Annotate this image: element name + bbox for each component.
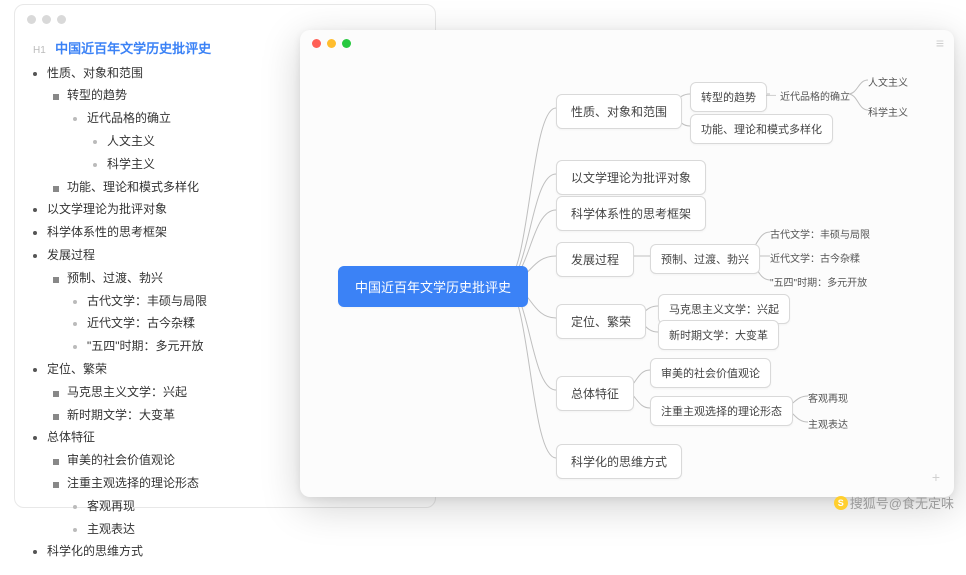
node-label: 近代品格的确立: [780, 88, 850, 103]
outline-item-label: 性质、对象和范围: [47, 66, 143, 80]
outline-item-label: 新时期文学：大变革: [67, 408, 175, 422]
outline-item-label: 近代品格的确立: [87, 111, 171, 125]
mindmap-window: ≡: [300, 30, 954, 497]
mindmap-node[interactable]: 审美的社会价值观论: [650, 358, 771, 388]
node-label: 审美的社会价值观论: [661, 368, 760, 380]
minimize-icon[interactable]: [327, 39, 336, 48]
outline-item-label: "五四"时期：多元开放: [87, 339, 204, 353]
outline-item-label: 科学体系性的思考框架: [47, 225, 167, 239]
mindmap-root[interactable]: 中国近百年文学历史批评史: [338, 266, 528, 307]
outline-item-label: 预制、过渡、勃兴: [67, 271, 163, 285]
node-label: 人文主义: [868, 78, 908, 89]
mindmap-node[interactable]: 发展过程: [556, 242, 634, 277]
outline-item-label: 科学主义: [107, 157, 155, 171]
node-label: 功能、理论和模式多样化: [701, 124, 822, 136]
zoom-icon[interactable]: [342, 39, 351, 48]
node-label: 注重主观选择的理论形态: [661, 406, 782, 418]
node-label: "五四"时期：多元开放: [770, 278, 867, 289]
mindmap-node[interactable]: 转型的趋势: [690, 82, 767, 112]
close-icon[interactable]: [27, 15, 36, 24]
outline-item-label: 人文主义: [107, 134, 155, 148]
node-label: 客观再现: [808, 394, 848, 405]
outline-item-label: 发展过程: [47, 248, 95, 262]
outline-item-label: 科学化的思维方式: [47, 544, 143, 558]
mindmap-node[interactable]: 功能、理论和模式多样化: [690, 114, 833, 144]
mindmap-leaf[interactable]: 科学主义: [868, 104, 908, 119]
mindmap-node[interactable]: 科学化的思维方式: [556, 444, 682, 479]
outline-item-label: 总体特征: [47, 430, 95, 444]
outline-title[interactable]: 中国近百年文学历史批评史: [55, 41, 211, 56]
node-label: 新时期文学：大变革: [669, 330, 768, 342]
outline-item[interactable]: 主观表达: [73, 518, 417, 541]
heading-level-label: H1: [33, 45, 46, 56]
node-label: 预制、过渡、勃兴: [661, 254, 749, 266]
mindmap-leaf[interactable]: 主观表达: [808, 416, 848, 431]
outline-item-label: 定位、繁荣: [47, 362, 107, 376]
node-label: 发展过程: [571, 253, 619, 267]
node-label: 马克思主义文学：兴起: [669, 304, 779, 316]
outline-item-label: 以文学理论为批评对象: [47, 202, 167, 216]
node-label: 科学主义: [868, 108, 908, 119]
close-icon[interactable]: [312, 39, 321, 48]
zoom-icon[interactable]: [57, 15, 66, 24]
node-label: 科学化的思维方式: [571, 455, 667, 469]
mindmap-leaf[interactable]: 古代文学：丰硕与局限: [770, 226, 870, 241]
node-label: 古代文学：丰硕与局限: [770, 230, 870, 241]
add-node-button[interactable]: +: [932, 469, 940, 485]
outline-item[interactable]: 客观再现: [73, 495, 417, 518]
mindmap-canvas[interactable]: 中国近百年文学历史批评史 性质、对象和范围 以文学理论为批评对象 科学体系性的思…: [300, 56, 954, 497]
minimize-icon[interactable]: [42, 15, 51, 24]
node-label: 定位、繁荣: [571, 315, 631, 329]
mindmap-titlebar: ≡: [300, 30, 954, 56]
watermark: S 搜狐号@食无定味: [834, 493, 954, 512]
mindmap-leaf[interactable]: 近代文学：古今杂糅: [770, 250, 860, 265]
mindmap-node[interactable]: 定位、繁荣: [556, 304, 646, 339]
outline-item-label: 主观表达: [87, 522, 135, 536]
outline-titlebar: [15, 5, 435, 33]
node-label: 性质、对象和范围: [571, 105, 667, 119]
node-label: 转型的趋势: [701, 92, 756, 104]
outline-item-label: 客观再现: [87, 499, 135, 513]
outline-item-label: 功能、理论和模式多样化: [67, 180, 199, 194]
outline-item-label: 马克思主义文学：兴起: [67, 385, 187, 399]
menu-icon[interactable]: ≡: [936, 35, 942, 51]
mindmap-leaf[interactable]: 近代品格的确立: [766, 88, 850, 103]
sohu-logo-icon: S: [834, 496, 848, 510]
mindmap-node[interactable]: 总体特征: [556, 376, 634, 411]
traffic-lights: [27, 15, 66, 24]
mindmap-node[interactable]: 预制、过渡、勃兴: [650, 244, 760, 274]
mindmap-leaf[interactable]: "五四"时期：多元开放: [770, 274, 867, 289]
node-label: 主观表达: [808, 420, 848, 431]
watermark-text: 搜狐号@食无定味: [850, 493, 954, 512]
mindmap-node[interactable]: 性质、对象和范围: [556, 94, 682, 129]
outline-item-label: 审美的社会价值观论: [67, 453, 175, 467]
outline-item[interactable]: 科学化的思维方式: [33, 540, 417, 563]
outline-item-label: 古代文学：丰硕与局限: [87, 294, 207, 308]
node-label: 以文学理论为批评对象: [571, 171, 691, 185]
node-label: 近代文学：古今杂糅: [770, 254, 860, 265]
node-label: 总体特征: [571, 387, 619, 401]
outline-item-label: 转型的趋势: [67, 88, 127, 102]
mindmap-leaf[interactable]: 客观再现: [808, 390, 848, 405]
node-label: 科学体系性的思考框架: [571, 207, 691, 221]
traffic-lights: [312, 39, 351, 48]
outline-item-label: 近代文学：古今杂糅: [87, 316, 195, 330]
outline-item-label: 注重主观选择的理论形态: [67, 476, 199, 490]
mindmap-node[interactable]: 以文学理论为批评对象: [556, 160, 706, 195]
mindmap-node[interactable]: 科学体系性的思考框架: [556, 196, 706, 231]
node-label: 中国近百年文学历史批评史: [355, 280, 511, 295]
mindmap-node[interactable]: 新时期文学：大变革: [658, 320, 779, 350]
mindmap-node[interactable]: 注重主观选择的理论形态: [650, 396, 793, 426]
mindmap-leaf[interactable]: 人文主义: [868, 74, 908, 89]
